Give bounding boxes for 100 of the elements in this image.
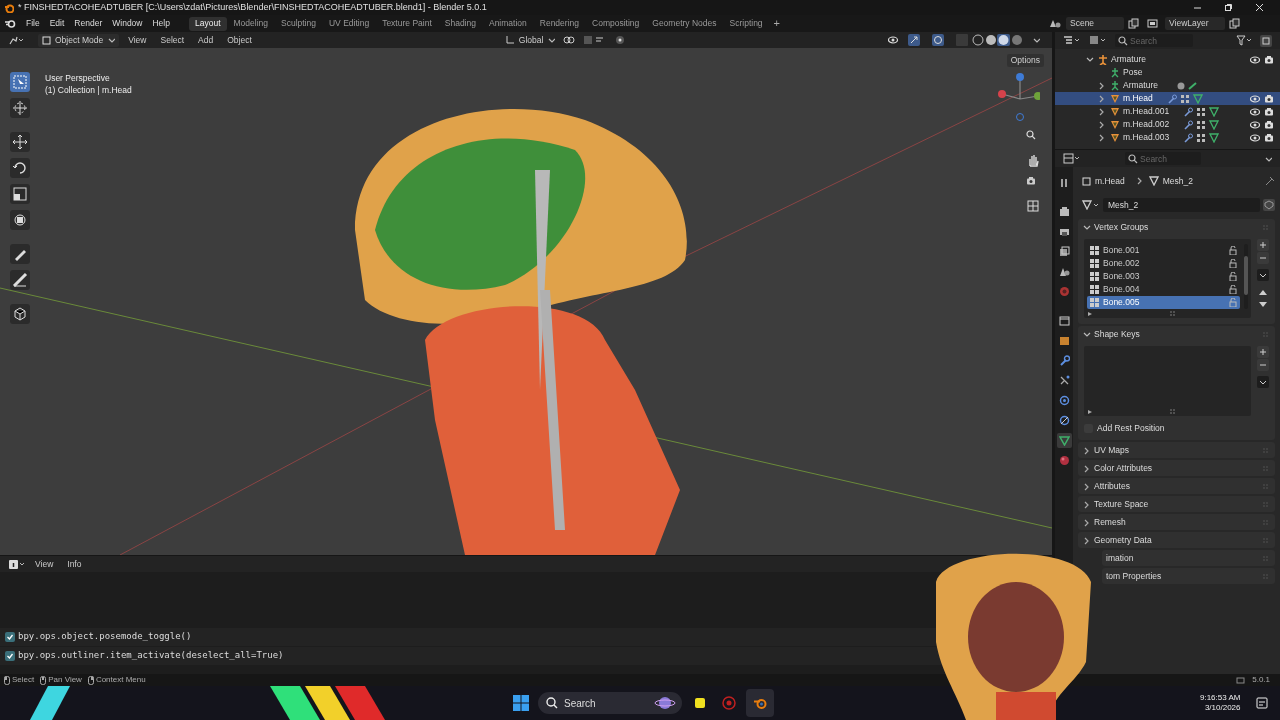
lock-icon[interactable] <box>1229 285 1237 294</box>
workspace-tab[interactable]: Scripting <box>723 16 769 31</box>
menu-item[interactable]: Edit <box>44 17 70 30</box>
collection-tab[interactable] <box>1056 313 1072 328</box>
maximize-icon[interactable] <box>1224 3 1233 12</box>
filter-view-icon[interactable] <box>1089 35 1107 46</box>
cursor-tool-button[interactable] <box>10 98 30 118</box>
sticky-notes-icon[interactable] <box>694 697 706 709</box>
ruler-tool-button[interactable] <box>10 270 30 290</box>
specials-menu-icon[interactable] <box>1257 376 1269 388</box>
fake-user-icon[interactable] <box>1263 199 1275 211</box>
workspace-tab[interactable]: Compositing <box>586 16 646 31</box>
menu-item[interactable]: Add <box>193 33 219 47</box>
orientation-dropdown[interactable]: Global <box>500 33 560 47</box>
eye-icon[interactable] <box>1250 106 1260 117</box>
scene-field[interactable]: Scene <box>1066 17 1124 30</box>
menu-item[interactable]: Object <box>222 33 257 47</box>
pin-icon[interactable] <box>1265 176 1275 186</box>
outliner-row[interactable]: m.Head.002 <box>1055 118 1280 131</box>
lock-icon[interactable] <box>1229 246 1237 255</box>
add-icon[interactable] <box>1257 346 1269 358</box>
outliner-row[interactable]: Armature <box>1055 79 1280 92</box>
panel-header[interactable]: Shape Keys <box>1078 326 1275 342</box>
vertex-group-row[interactable]: Bone.004 <box>1087 283 1240 296</box>
workspace-tab[interactable]: Animation <box>482 16 533 31</box>
editor-type-icon[interactable] <box>8 34 26 46</box>
filter-options-icon[interactable] <box>1087 408 1093 415</box>
outliner-row[interactable]: Pose <box>1055 66 1280 79</box>
panel-header[interactable]: Vertex Groups <box>1078 219 1275 235</box>
outliner-row[interactable]: m.Head <box>1055 92 1280 105</box>
mesh-data-browse-icon[interactable] <box>1082 200 1100 210</box>
select-box-tool-button[interactable] <box>10 72 30 92</box>
view-layer-field[interactable]: ViewLayer <box>1165 17 1225 30</box>
menu-item[interactable]: View <box>30 557 59 571</box>
filter-icon[interactable] <box>1236 35 1252 46</box>
add-rest-position-checkbox[interactable]: Add Rest Position <box>1078 420 1275 436</box>
scene-icon[interactable] <box>1048 18 1062 29</box>
search-field[interactable]: Search <box>1115 34 1193 47</box>
new-collection-icon[interactable] <box>1260 34 1272 47</box>
search-field[interactable]: Search <box>1125 152 1201 165</box>
close-icon[interactable] <box>1255 3 1264 12</box>
menu-item[interactable]: Render <box>69 17 108 30</box>
blender-logo-icon[interactable] <box>4 18 17 29</box>
camera-icon[interactable] <box>1264 54 1274 65</box>
remove-icon[interactable] <box>1257 359 1269 371</box>
panel-header[interactable]: Geometry Data <box>1078 532 1275 548</box>
panel-header[interactable]: tom Properties <box>1102 568 1275 584</box>
copy-icon[interactable] <box>1229 18 1240 29</box>
menu-item[interactable]: Window <box>107 17 148 30</box>
display-mode-icon[interactable] <box>1063 35 1081 46</box>
panel-header[interactable]: Texture Space <box>1078 496 1275 512</box>
menu-item[interactable]: View <box>123 33 152 47</box>
start-icon[interactable] <box>513 695 529 711</box>
workspace-tab[interactable]: Layout <box>188 16 227 31</box>
resize-handle-icon[interactable] <box>1169 310 1176 317</box>
vertex-group-row[interactable]: Bone.002 <box>1087 257 1240 270</box>
vertex-group-row[interactable]: Bone.003 <box>1087 270 1240 283</box>
menu-item[interactable]: Info <box>62 557 87 571</box>
mesh-name-field[interactable]: Mesh_2 <box>1103 198 1260 212</box>
menu-item[interactable]: Help <box>147 17 175 30</box>
outliner-row[interactable]: Armature <box>1055 53 1280 66</box>
editor-type-icon[interactable] <box>1063 153 1081 164</box>
breadcrumb-item[interactable]: m.Head <box>1095 174 1125 188</box>
move-tool-button[interactable] <box>10 132 30 152</box>
notification-icon[interactable] <box>1256 697 1268 709</box>
outliner-row[interactable]: m.Head.003 <box>1055 131 1280 144</box>
panel-header[interactable]: imation <box>1102 550 1275 566</box>
proportional-icon[interactable] <box>615 35 626 45</box>
add-icon[interactable] <box>1257 239 1269 251</box>
breadcrumb-item[interactable]: Mesh_2 <box>1162 174 1193 188</box>
filter-options-icon[interactable] <box>1087 310 1093 317</box>
workspace-tab[interactable]: Rendering <box>533 16 585 31</box>
workspace-tab[interactable]: Texture Paint <box>376 16 438 31</box>
workspace-tab[interactable]: Modeling <box>227 16 274 31</box>
cube-tool-button[interactable] <box>10 304 30 324</box>
clock-time[interactable]: 9:16:53 AM <box>1200 693 1241 703</box>
menu-item[interactable]: File <box>21 17 45 30</box>
scale-tool-button[interactable] <box>10 184 30 204</box>
camera-icon[interactable] <box>1264 119 1274 130</box>
rotate-tool-button[interactable] <box>10 158 30 178</box>
vertex-group-row[interactable]: Bone.005 <box>1087 296 1240 309</box>
workspace-tab[interactable]: Shading <box>438 16 482 31</box>
taskbar-search-field[interactable]: Search <box>538 692 682 714</box>
camera-icon[interactable] <box>1264 106 1274 117</box>
add-workspace-button[interactable]: + <box>769 15 785 32</box>
panel-header[interactable]: Color Attributes <box>1078 460 1275 476</box>
mode-dropdown[interactable]: Object Mode <box>38 33 120 47</box>
clock-date[interactable]: 3/10/2026 <box>1204 703 1241 713</box>
panel-header[interactable]: Remesh <box>1078 514 1275 530</box>
workspace-tab[interactable]: UV Editing <box>322 16 376 31</box>
remove-icon[interactable] <box>1257 252 1269 264</box>
lock-icon[interactable] <box>1229 259 1237 268</box>
copy-icon[interactable] <box>1128 18 1139 29</box>
eye-icon[interactable] <box>1250 93 1260 104</box>
specials-menu-icon[interactable] <box>1257 269 1269 281</box>
grid-icon[interactable] <box>1026 199 1040 213</box>
info-editor-icon[interactable] <box>8 558 26 570</box>
resize-handle-icon[interactable] <box>1169 408 1176 415</box>
eye-icon[interactable] <box>1250 54 1260 65</box>
caret-icon[interactable] <box>1032 36 1040 44</box>
